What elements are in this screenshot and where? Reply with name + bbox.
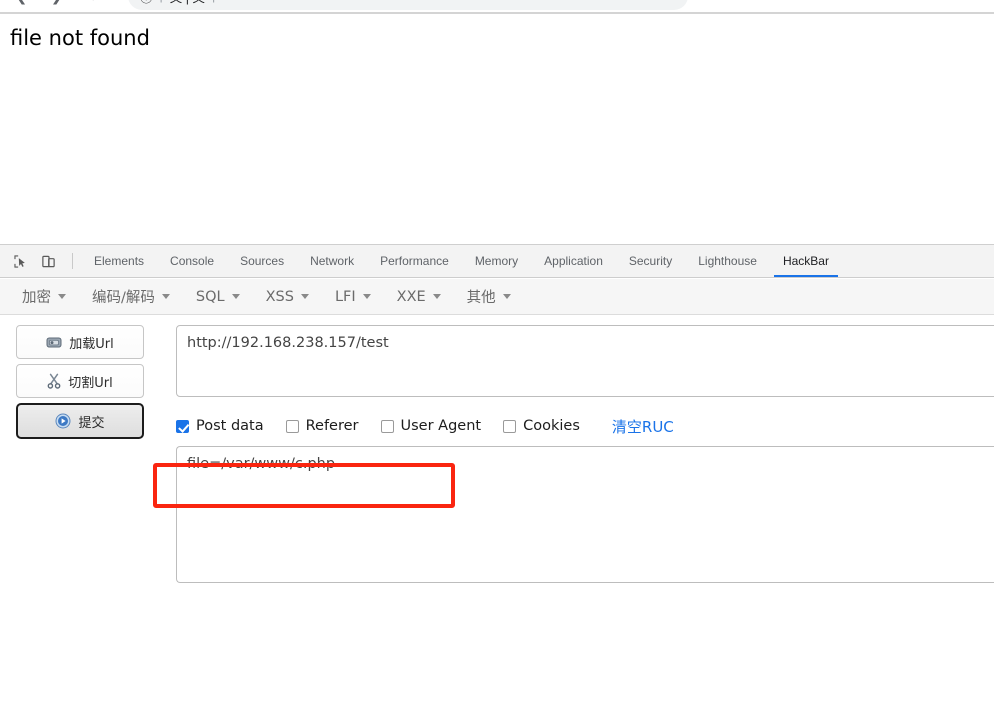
tab-hackbar[interactable]: HackBar bbox=[770, 245, 842, 277]
url-input[interactable]: http://192.168.238.157/test bbox=[176, 325, 994, 397]
chevron-down-icon bbox=[432, 294, 441, 299]
menu-xss[interactable]: XSS bbox=[266, 289, 309, 305]
not-secure-icon: ⓘ bbox=[140, 0, 153, 6]
user-agent-label: User Agent bbox=[400, 418, 482, 434]
split-url-label: 切割Url bbox=[68, 375, 113, 391]
scissors-icon bbox=[47, 373, 61, 389]
post-data-checkbox[interactable] bbox=[176, 419, 189, 433]
execute-label: 提交 bbox=[78, 415, 105, 431]
devtools-panel: Elements Console Sources Network Perform… bbox=[0, 244, 994, 723]
referer-label: Referer bbox=[305, 418, 359, 434]
play-icon bbox=[55, 413, 71, 429]
load-url-icon bbox=[46, 336, 62, 349]
option-cookies[interactable]: Cookies bbox=[503, 418, 580, 434]
option-user-agent[interactable]: User Agent bbox=[380, 418, 482, 434]
hackbar-button-column: 加载Url 切割Url 提交 bbox=[16, 325, 144, 444]
address-bar-path: /test bbox=[323, 0, 347, 3]
menu-xxe[interactable]: XXE bbox=[397, 289, 441, 305]
chevron-down-icon bbox=[58, 294, 66, 299]
address-bar[interactable]: ⓘ | 文 | 文 | 192.168.238.157/test bbox=[128, 0, 688, 10]
hackbar-menubar: 加密 编码/解码 SQL XSS LFI XXE 其他 bbox=[0, 279, 994, 315]
browser-window: ❮ ❯ ↻ ⓘ | 文 | 文 | 192.168.238.157/test f… bbox=[0, 0, 994, 723]
tab-memory[interactable]: Memory bbox=[462, 245, 531, 277]
chevron-down-icon bbox=[300, 294, 309, 299]
hackbar-options-row: Post data Referer User Agent Cookies 清空R… bbox=[176, 407, 994, 445]
user-agent-checkbox[interactable] bbox=[380, 419, 394, 433]
address-bar-host: 192.168.238.157 bbox=[222, 0, 316, 3]
back-arrow-icon[interactable]: ❮ bbox=[10, 0, 32, 7]
page-viewport: file not found bbox=[0, 14, 994, 244]
device-toolbar-icon[interactable] bbox=[34, 245, 62, 277]
option-post-data[interactable]: Post data bbox=[176, 418, 264, 434]
reload-icon[interactable]: ↻ bbox=[82, 0, 104, 7]
clear-ruc-link[interactable]: 清空RUC bbox=[612, 416, 674, 437]
menu-lfi[interactable]: LFI bbox=[335, 289, 371, 305]
split-url-button[interactable]: 切割Url bbox=[16, 364, 144, 398]
translate-label: 文 | 文 bbox=[170, 0, 205, 6]
tab-elements[interactable]: Elements bbox=[81, 245, 157, 277]
toolbar-divider bbox=[72, 253, 73, 269]
browser-chrome: ❮ ❯ ↻ ⓘ | 文 | 文 | 192.168.238.157/test bbox=[0, 0, 994, 14]
tab-sources[interactable]: Sources bbox=[227, 245, 297, 277]
inspect-element-icon[interactable] bbox=[6, 245, 34, 277]
chevron-down-icon bbox=[231, 294, 240, 299]
load-url-button[interactable]: 加载Url bbox=[16, 325, 144, 359]
execute-button[interactable]: 提交 bbox=[16, 403, 144, 439]
menu-encrypt[interactable]: 加密 bbox=[22, 286, 66, 307]
menu-encode-decode[interactable]: 编码/解码 bbox=[92, 286, 170, 307]
cookies-checkbox[interactable] bbox=[503, 419, 517, 433]
load-url-label: 加载Url bbox=[69, 336, 114, 352]
post-data-input[interactable]: file=/var/www/c.php bbox=[176, 446, 994, 583]
option-referer[interactable]: Referer bbox=[285, 418, 359, 434]
hackbar-body: 加载Url 切割Url 提交 http://192.168.238.157/te… bbox=[0, 315, 994, 723]
menu-other[interactable]: 其他 bbox=[467, 286, 511, 307]
tab-network[interactable]: Network bbox=[297, 245, 367, 277]
cookies-label: Cookies bbox=[523, 418, 580, 434]
referer-checkbox[interactable] bbox=[285, 419, 299, 433]
tab-console[interactable]: Console bbox=[157, 245, 227, 277]
forward-arrow-icon[interactable]: ❯ bbox=[46, 0, 68, 7]
chevron-down-icon bbox=[362, 294, 371, 299]
devtools-tabbar: Elements Console Sources Network Perform… bbox=[0, 245, 994, 278]
post-data-label: Post data bbox=[196, 418, 264, 434]
tab-performance[interactable]: Performance bbox=[367, 245, 462, 277]
tab-lighthouse[interactable]: Lighthouse bbox=[685, 245, 770, 277]
tab-security[interactable]: Security bbox=[616, 245, 685, 277]
chevron-down-icon bbox=[161, 294, 170, 299]
tab-application[interactable]: Application bbox=[531, 245, 616, 277]
page-body-text: file not found bbox=[10, 26, 150, 50]
chevron-down-icon bbox=[502, 294, 511, 299]
menu-sql[interactable]: SQL bbox=[196, 289, 240, 305]
